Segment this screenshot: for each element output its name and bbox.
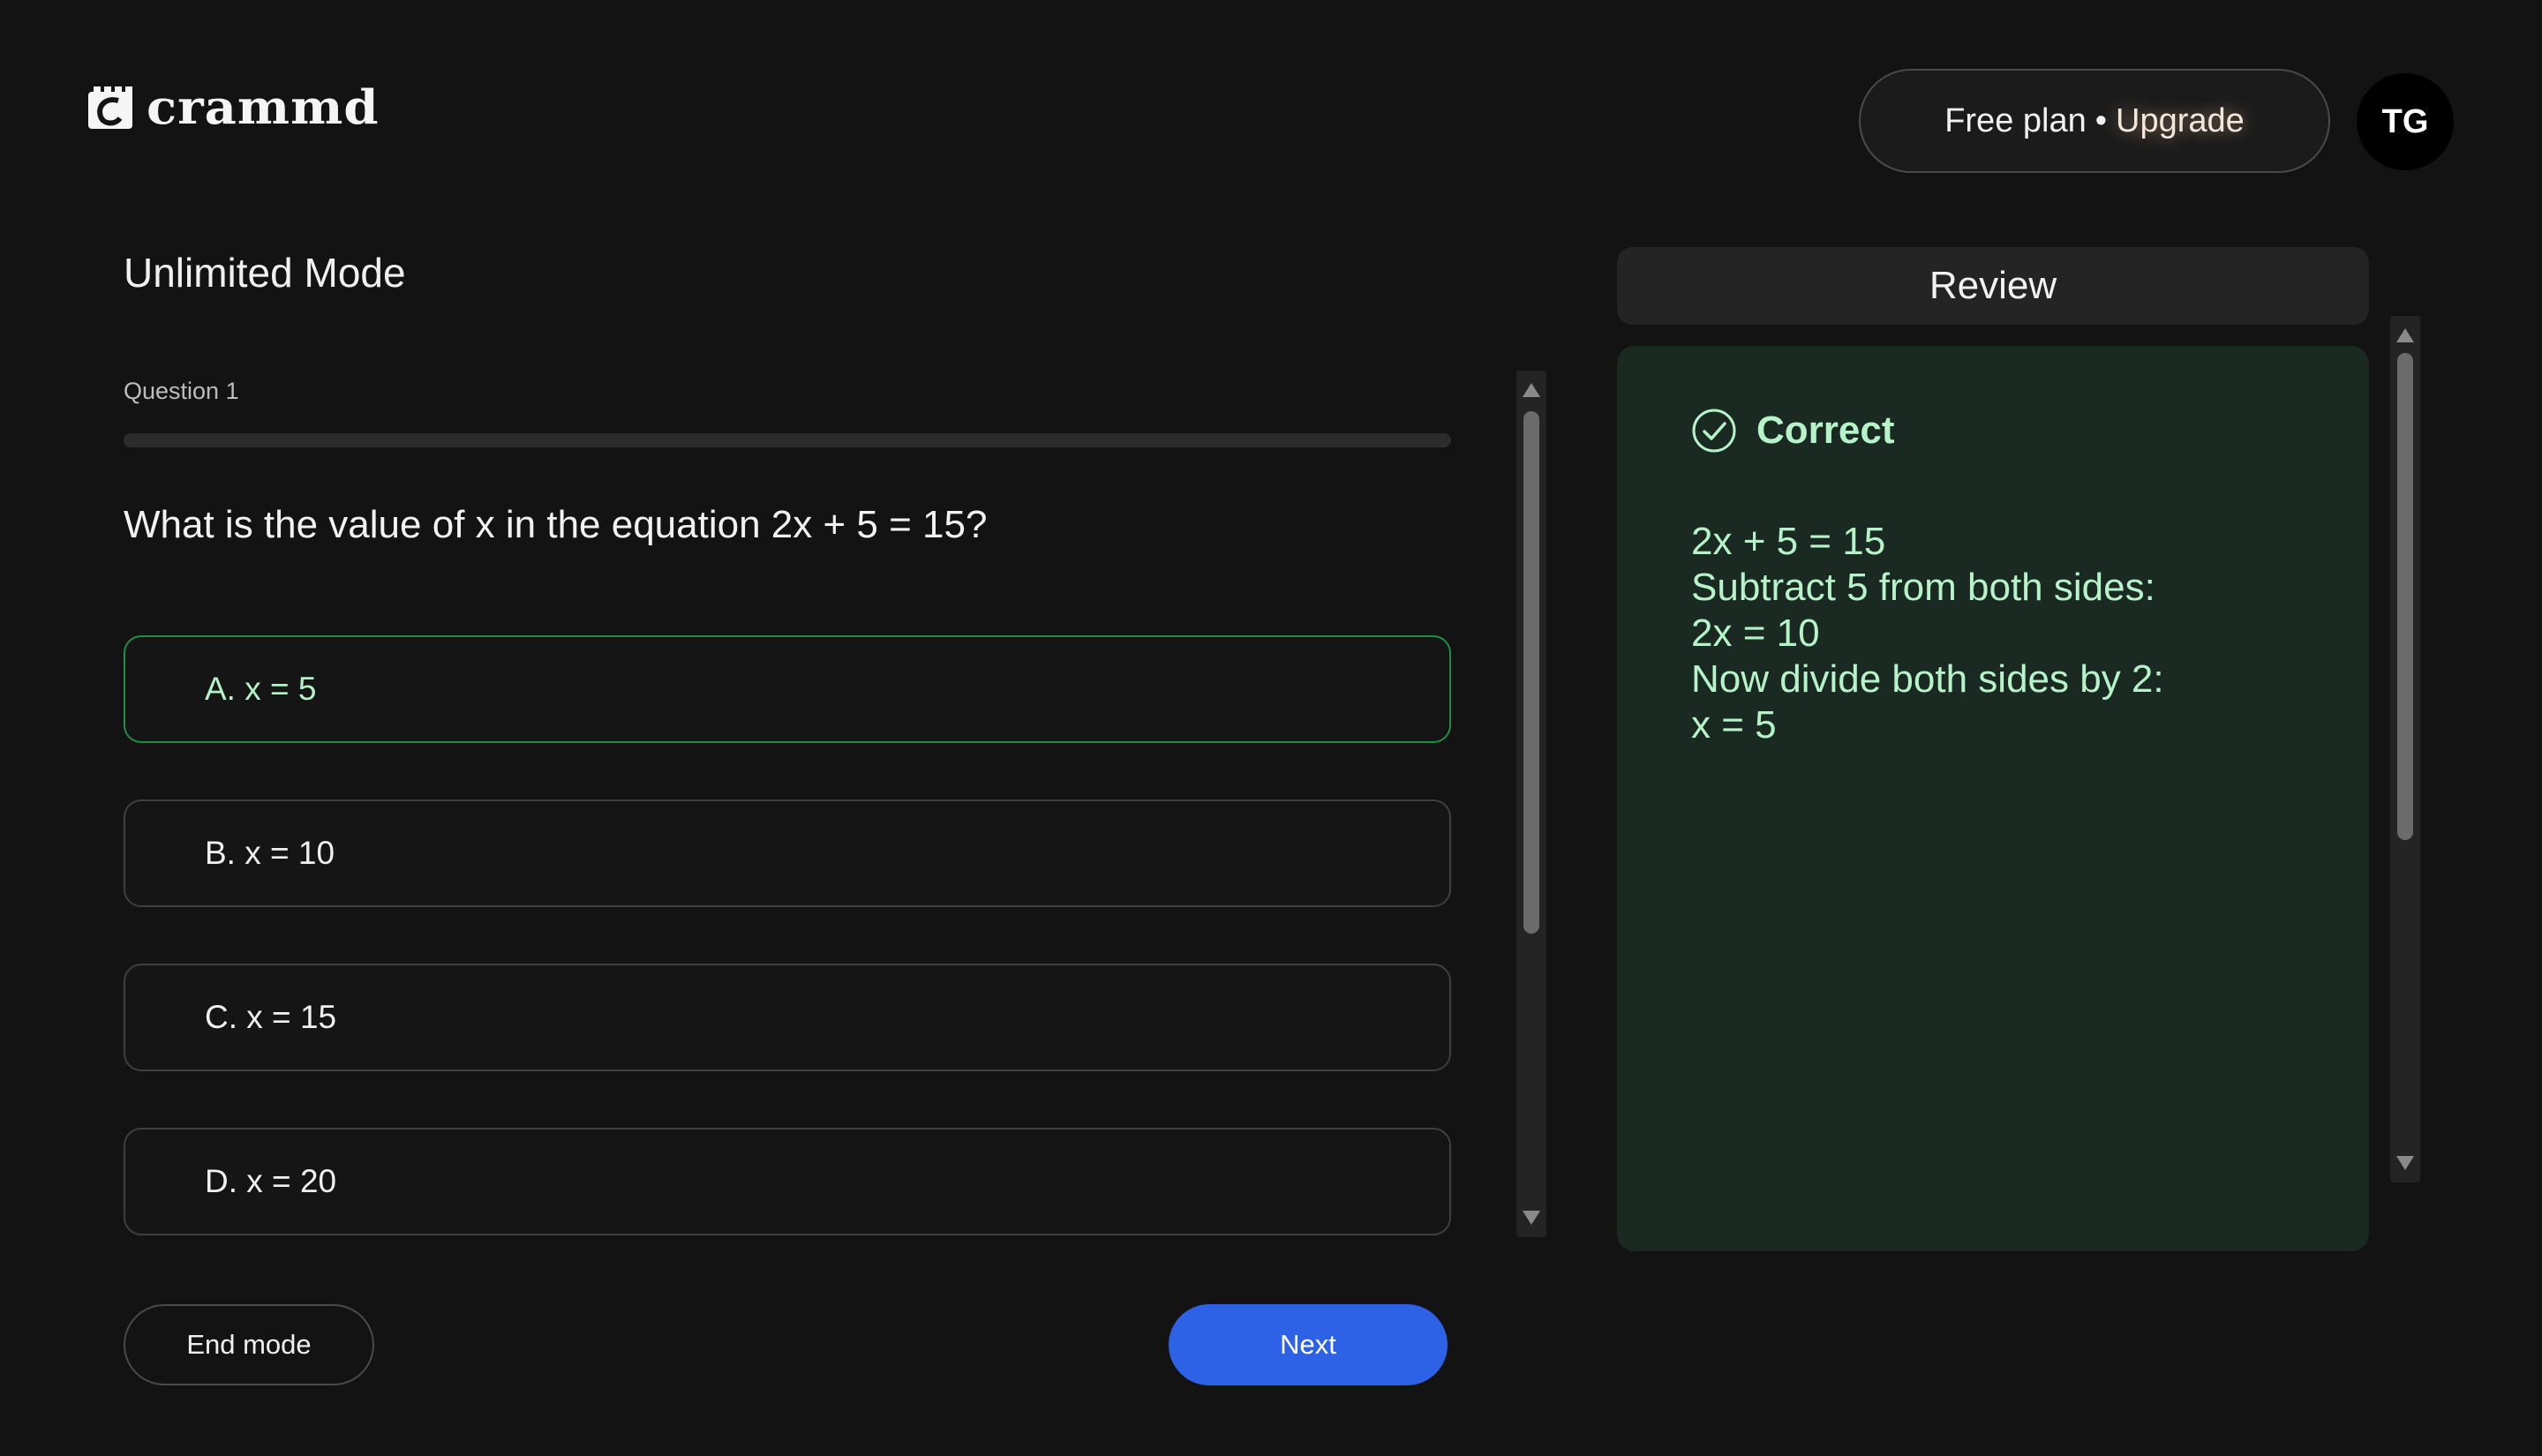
logo-text: crammd (147, 79, 380, 136)
correct-label: Correct (1756, 409, 1895, 452)
end-mode-button[interactable]: End mode (124, 1304, 374, 1385)
answer-option-b[interactable]: B. x = 10 (124, 799, 1451, 907)
review-scrollbar[interactable] (2390, 316, 2420, 1182)
question-text: What is the value of x in the equation 2… (124, 503, 988, 546)
scrollbar-thumb[interactable] (1523, 411, 1539, 934)
question-scrollbar[interactable] (1516, 371, 1546, 1237)
scrollbar-thumb[interactable] (2397, 353, 2413, 840)
plan-upgrade-button[interactable]: Free plan • Upgrade (1859, 69, 2330, 173)
avatar[interactable]: TG (2357, 73, 2454, 170)
explanation-line: x = 5 (1691, 703, 1777, 747)
plan-label: Free plan (1944, 101, 2087, 139)
upgrade-label: Upgrade (2116, 101, 2245, 139)
result-status: Correct (1691, 408, 1895, 454)
review-card: Correct 2x + 5 = 15 Subtract 5 from both… (1617, 346, 2369, 1251)
logo-mark-icon (88, 86, 132, 129)
page-title: Unlimited Mode (124, 250, 406, 296)
quiz-page: crammd Free plan • Upgrade TG Unlimited … (0, 0, 2542, 1456)
crammd-logo[interactable]: crammd (86, 81, 380, 134)
check-circle-icon (1692, 409, 1736, 453)
explanation-line: 2x = 10 (1691, 612, 1820, 655)
explanation-line: 2x + 5 = 15 (1691, 520, 1886, 563)
question-number-label: Question 1 (124, 378, 239, 404)
explanation-text: 2x + 5 = 15 Subtract 5 from both sides: … (1691, 519, 2164, 748)
question-progress-bar (124, 433, 1451, 447)
answer-option-c[interactable]: C. x = 15 (124, 964, 1451, 1071)
scroll-down-arrow-icon[interactable] (1523, 1211, 1540, 1225)
answer-option-a[interactable]: A. x = 5 (124, 635, 1451, 743)
scroll-up-arrow-icon[interactable] (2396, 328, 2414, 342)
explanation-line: Subtract 5 from both sides: (1691, 566, 2155, 609)
explanation-line: Now divide both sides by 2: (1691, 657, 2164, 701)
scroll-down-arrow-icon[interactable] (2396, 1156, 2414, 1170)
next-button[interactable]: Next (1169, 1304, 1448, 1385)
plan-separator: • (2095, 101, 2108, 139)
answer-options-list: A. x = 5 B. x = 10 C. x = 15 D. x = 20 (124, 635, 1451, 1292)
answer-option-d[interactable]: D. x = 20 (124, 1128, 1451, 1235)
scroll-up-arrow-icon[interactable] (1523, 383, 1540, 397)
review-header: Review (1617, 247, 2369, 325)
